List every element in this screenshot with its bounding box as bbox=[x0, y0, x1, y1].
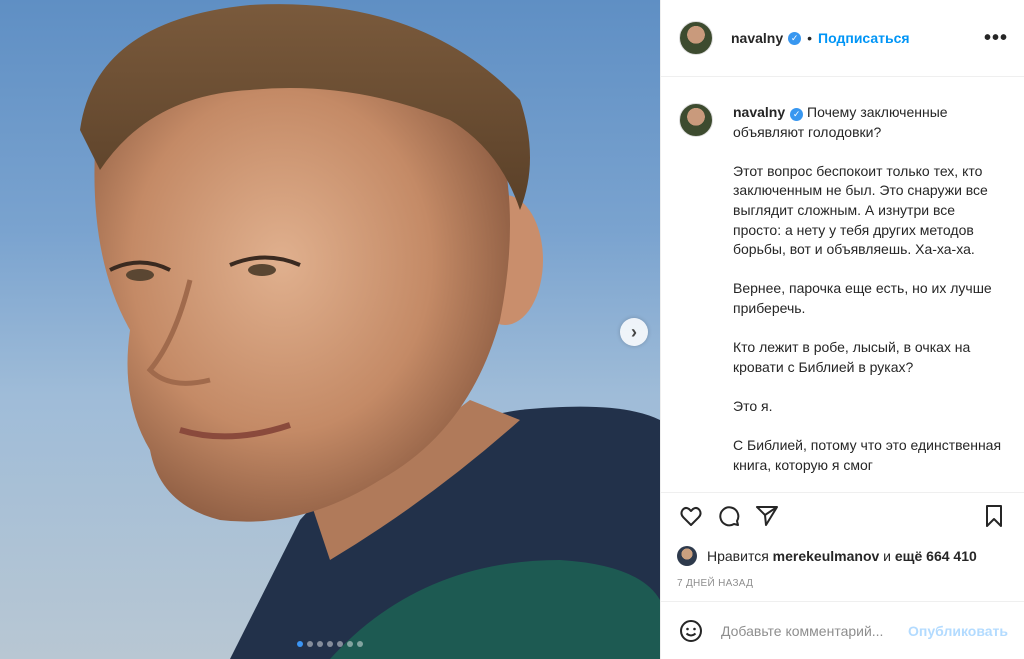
emoji-icon[interactable] bbox=[677, 617, 705, 645]
verified-icon: ✓ bbox=[788, 31, 802, 45]
caption-avatar[interactable] bbox=[679, 103, 713, 137]
carousel-dot bbox=[317, 641, 323, 647]
comment-input[interactable] bbox=[721, 622, 909, 639]
publish-button[interactable]: Опубликовать bbox=[908, 623, 1008, 639]
comment-icon[interactable] bbox=[715, 502, 743, 530]
caption-text: navalny ✓ Почему заключенные объявляют го… bbox=[733, 103, 1005, 475]
caption-paragraph: С Библией, потому что это единственная к… bbox=[733, 437, 1002, 473]
comment-bar: Опубликовать bbox=[661, 601, 1024, 659]
caption-paragraph: Это я. bbox=[733, 397, 773, 414]
caption-paragraph: Кто лежит в робе, лысый, в очках на кров… bbox=[733, 339, 971, 375]
caption-scroll-area[interactable]: navalny ✓ Почему заключенные объявляют го… bbox=[661, 77, 1024, 492]
follow-button[interactable]: Подписаться bbox=[818, 30, 910, 46]
post-timestamp[interactable]: 7 дней назад bbox=[677, 578, 1008, 589]
heart-icon[interactable] bbox=[677, 502, 705, 530]
carousel-dot bbox=[297, 641, 303, 647]
caption-username[interactable]: navalny bbox=[733, 104, 785, 120]
carousel-indicators bbox=[0, 641, 660, 647]
likes-summary: Нравится merekeulmanov и ещё 664 410 bbox=[677, 539, 1008, 573]
liker-username[interactable]: merekeulmanov bbox=[773, 548, 880, 564]
share-icon[interactable] bbox=[753, 502, 781, 530]
author-username[interactable]: navalny bbox=[731, 30, 783, 46]
header-separator: • bbox=[807, 30, 813, 46]
post-modal: › navalny ✓ • Подписаться ••• navalny ✓ П… bbox=[0, 0, 1024, 659]
bookmark-icon[interactable] bbox=[980, 502, 1008, 530]
likes-count[interactable]: ещё 664 410 bbox=[895, 548, 977, 564]
liker-avatar[interactable] bbox=[677, 546, 697, 566]
carousel-dot bbox=[357, 641, 363, 647]
caption-paragraph: Этот вопрос беспокоит только тех, кто за… bbox=[733, 162, 988, 258]
likes-conjunction: и bbox=[883, 548, 891, 564]
action-bar bbox=[677, 497, 1008, 535]
caption: navalny ✓ Почему заключенные объявляют го… bbox=[679, 103, 1006, 475]
verified-icon: ✓ bbox=[790, 108, 804, 122]
carousel-dot bbox=[347, 641, 353, 647]
portrait-image bbox=[80, 4, 660, 659]
caption-paragraph: Вернее, парочка еще есть, но их лучше пр… bbox=[733, 280, 992, 316]
carousel-dot bbox=[307, 641, 313, 647]
post-sidebar: navalny ✓ • Подписаться ••• navalny ✓ Поч… bbox=[660, 0, 1024, 659]
post-actions-section: Нравится merekeulmanov и ещё 664 410 7 д… bbox=[661, 492, 1024, 601]
likes-prefix: Нравится bbox=[707, 548, 769, 564]
carousel-dot bbox=[327, 641, 333, 647]
post-photo[interactable]: › bbox=[0, 0, 660, 659]
carousel-dot bbox=[337, 641, 343, 647]
post-header: navalny ✓ • Подписаться ••• bbox=[661, 0, 1024, 77]
carousel-next-button[interactable]: › bbox=[620, 318, 648, 346]
more-options-icon[interactable]: ••• bbox=[984, 27, 1008, 50]
author-avatar[interactable] bbox=[679, 21, 713, 55]
